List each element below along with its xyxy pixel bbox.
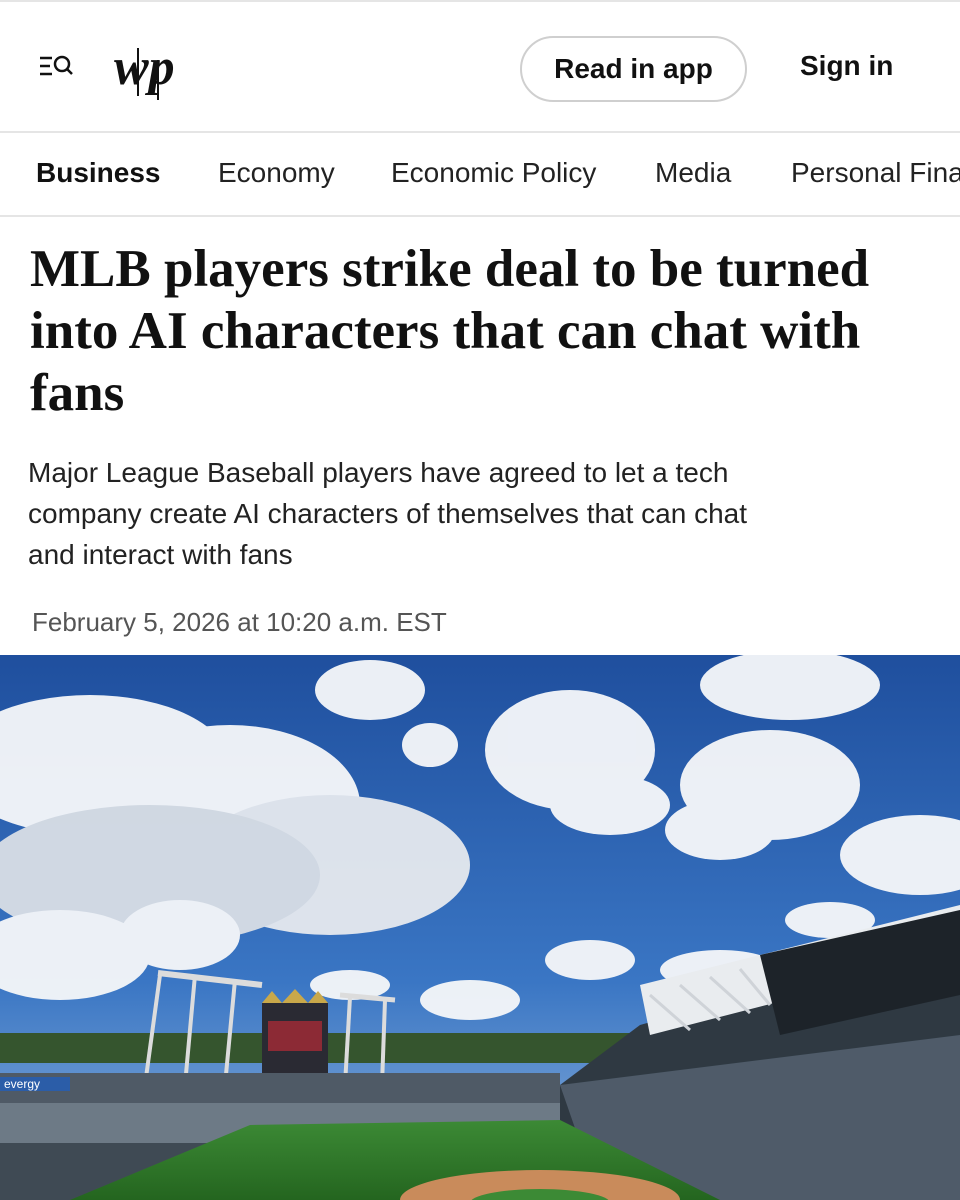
menu-search-icon[interactable]	[38, 52, 74, 88]
wp-logo[interactable]: wp	[112, 38, 184, 102]
nav-item-business[interactable]: Business	[36, 157, 161, 189]
nav-item-media[interactable]: Media	[655, 157, 731, 189]
read-in-app-button[interactable]: Read in app	[520, 36, 747, 102]
wp-logo-glyph: wp	[114, 39, 175, 96]
article-headline: MLB players strike deal to be turned int…	[30, 240, 870, 422]
site-header: wp Read in app Sign in	[0, 0, 960, 133]
scoreboard	[262, 989, 328, 1083]
hero-image: evergy	[0, 655, 960, 1200]
sign-in-link[interactable]: Sign in	[800, 50, 893, 82]
article-dateline: February 5, 2026 at 10:20 a.m. EST	[32, 607, 447, 637]
nav-item-economic-policy[interactable]: Economic Policy	[391, 157, 596, 189]
article-dek: Major League Baseball players have agree…	[28, 457, 748, 570]
nav-item-personal-finance[interactable]: Personal Finance	[791, 157, 960, 189]
ad-sign-evergy: evergy	[4, 1077, 40, 1091]
nav-item-economy[interactable]: Economy	[218, 157, 335, 189]
section-nav: Business Economy Economic Policy Media P…	[0, 133, 960, 217]
